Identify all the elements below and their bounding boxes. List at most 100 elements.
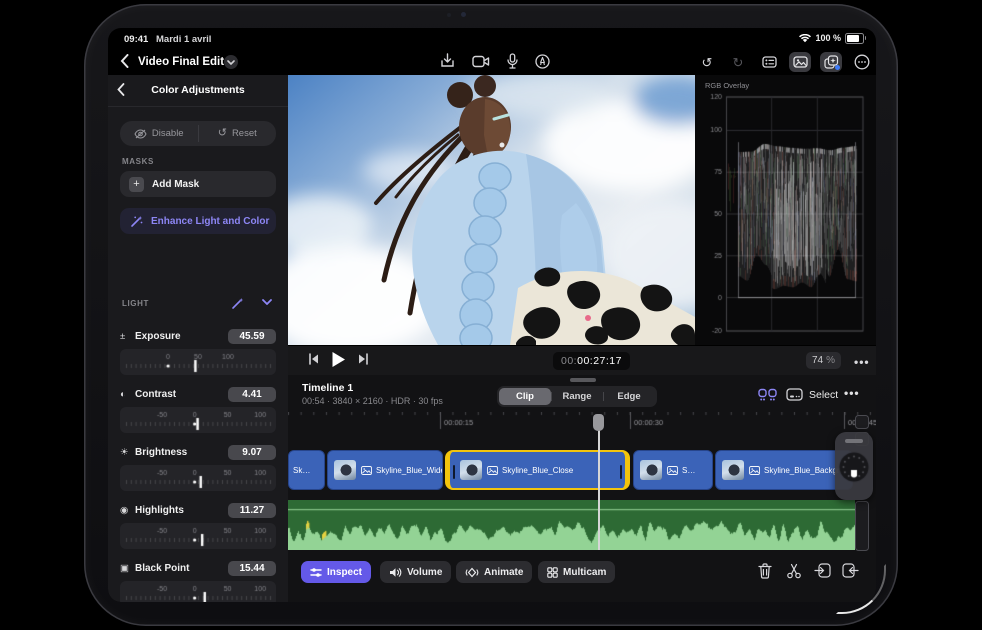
animate-icon	[465, 567, 479, 578]
light-collapse-chevron-icon[interactable]	[262, 299, 272, 305]
camera-icon[interactable]	[472, 53, 490, 69]
photo-icon	[749, 465, 760, 475]
delete-icon[interactable]	[758, 563, 772, 579]
jog-wheel-dial[interactable]	[837, 450, 871, 484]
inspect-button[interactable]: Inspect	[301, 561, 372, 583]
exposure-slider-track[interactable]	[120, 349, 276, 375]
exposure-value[interactable]: 45.59	[228, 328, 276, 344]
overwrite-mode-icon[interactable]	[786, 388, 803, 401]
timeline-metadata: 00:54 · 3840 × 2160 · HDR · 30 fps	[302, 396, 443, 406]
battery-percent: 100 %	[815, 33, 841, 44]
audio-track-waveform[interactable]	[288, 500, 855, 550]
effects-active-dot	[835, 65, 840, 70]
mode-clip[interactable]: Clip	[499, 388, 551, 405]
viewer-zoom-level[interactable]: 74%	[806, 352, 842, 369]
video-viewer[interactable]	[288, 75, 695, 345]
front-camera	[461, 12, 466, 17]
effects-icon[interactable]	[820, 52, 842, 72]
status-bar: 09:41 Mardi 1 avril 100 %	[108, 28, 876, 50]
edit-mode-segmented-control: Clip Range Edge	[497, 386, 657, 407]
trim-handle-right[interactable]	[620, 465, 622, 479]
timeline-name: Timeline 1	[302, 382, 354, 394]
video-track: Sk… Skyline_Blue_Wide Skyline_Blue_Close…	[288, 450, 876, 490]
contrast-value[interactable]: 4.41	[228, 386, 276, 402]
highlights-slider-track[interactable]	[120, 523, 276, 549]
color-adjustments-panel: Color Adjustments Disable ↺ Reset MASKS …	[108, 75, 289, 602]
add-mask-button[interactable]: + Add Mask	[120, 171, 276, 197]
inspector-icon[interactable]	[758, 52, 780, 72]
clip-skyline-blue-close-selected[interactable]: Skyline_Blue_Close	[445, 450, 630, 490]
clock: 09:41	[124, 34, 149, 45]
project-title[interactable]: Video Final Edit	[138, 56, 224, 68]
jog-wheel[interactable]	[835, 432, 873, 500]
media-browser-icon[interactable]	[789, 52, 811, 72]
track-scroll-segment[interactable]	[855, 501, 869, 551]
redo-icon[interactable]: ↻	[727, 52, 749, 72]
battery-icon	[845, 33, 866, 44]
reset-button[interactable]: ↺ Reset	[199, 121, 277, 146]
timeline-ruler[interactable]	[288, 412, 876, 432]
title-chevron-down-icon[interactable]	[224, 55, 238, 69]
import-icon[interactable]	[440, 53, 455, 69]
brightness-icon: ☀	[120, 446, 129, 458]
previous-frame-icon[interactable]	[308, 353, 319, 365]
clip-thumbnail	[334, 460, 356, 480]
slider-black-point: ▣ Black Point 15.44	[120, 559, 276, 602]
timecode-display: 00:00:27:17	[553, 352, 630, 370]
more-icon[interactable]	[851, 52, 873, 72]
brightness-value[interactable]: 9.07	[228, 444, 276, 460]
photo-icon	[667, 465, 678, 475]
disable-reset-group: Disable ↺ Reset	[120, 121, 276, 146]
app-toolbar: Video Final Edit ↺ ↻	[108, 50, 876, 75]
pencil-tools-icon[interactable]	[535, 53, 550, 69]
date: Mardi 1 avril	[156, 34, 212, 45]
slider-label: Highlights	[135, 504, 184, 516]
playhead-handle[interactable]	[593, 414, 604, 431]
timeline-panel: Timeline 1 00:54 · 3840 × 2160 · HDR · 3…	[288, 375, 876, 602]
clip-skyline-short[interactable]: S…	[633, 450, 713, 490]
select-button[interactable]: Select	[809, 389, 838, 401]
black-point-value[interactable]: 15.44	[228, 560, 276, 576]
highlights-value[interactable]: 11.27	[228, 502, 276, 518]
disable-button[interactable]: Disable	[120, 121, 198, 146]
slider-label: Contrast	[135, 388, 177, 400]
split-blade-icon[interactable]	[786, 563, 802, 579]
multicam-button[interactable]: Multicam	[538, 561, 616, 583]
photo-icon	[361, 465, 372, 475]
contrast-icon: ◐	[120, 388, 126, 400]
animate-button[interactable]: Animate	[456, 561, 533, 583]
next-frame-icon[interactable]	[358, 353, 369, 365]
black-point-icon: ▣	[120, 562, 129, 574]
playhead-line[interactable]	[598, 414, 600, 550]
insert-clip-icon[interactable]	[814, 563, 831, 578]
highlights-icon: ◉	[120, 504, 129, 516]
jog-wheel-handle[interactable]	[845, 439, 863, 443]
mode-edge[interactable]: Edge	[603, 388, 655, 405]
volume-button[interactable]: Volume	[380, 561, 452, 583]
track-scroll-segment[interactable]	[855, 415, 869, 429]
contrast-slider-track[interactable]	[120, 407, 276, 433]
masks-section-label: MASKS	[122, 157, 154, 166]
slider-highlights: ◉ Highlights 11.27	[120, 501, 276, 549]
clip-connections-icon[interactable]	[758, 388, 777, 401]
magic-wand-icon	[130, 215, 143, 228]
brightness-slider-track[interactable]	[120, 465, 276, 491]
timeline-more-icon[interactable]: •••	[844, 386, 860, 400]
eye-off-icon	[134, 128, 147, 139]
mode-range[interactable]: Range	[551, 388, 603, 405]
light-wand-icon[interactable]	[231, 297, 244, 310]
play-button-icon[interactable]	[331, 351, 346, 368]
trim-handle-left[interactable]	[453, 465, 455, 479]
black-point-slider-track[interactable]	[120, 581, 276, 602]
clip-skyline-blue-background[interactable]: Skyline_Blue_Backgroun	[715, 450, 853, 490]
light-section-header: LIGHT	[108, 297, 288, 313]
clip-skyline-partial[interactable]: Sk…	[288, 450, 325, 490]
speaker-icon	[389, 567, 402, 578]
enhance-light-color-button[interactable]: Enhance Light and Color	[120, 208, 276, 234]
microphone-icon[interactable]	[507, 53, 518, 69]
back-chevron-icon[interactable]	[120, 54, 129, 68]
timeline-resize-handle[interactable]	[570, 378, 596, 382]
undo-icon[interactable]: ↺	[696, 52, 718, 72]
viewer-more-icon[interactable]: •••	[854, 355, 870, 369]
clip-skyline-blue-wide[interactable]: Skyline_Blue_Wide	[327, 450, 443, 490]
